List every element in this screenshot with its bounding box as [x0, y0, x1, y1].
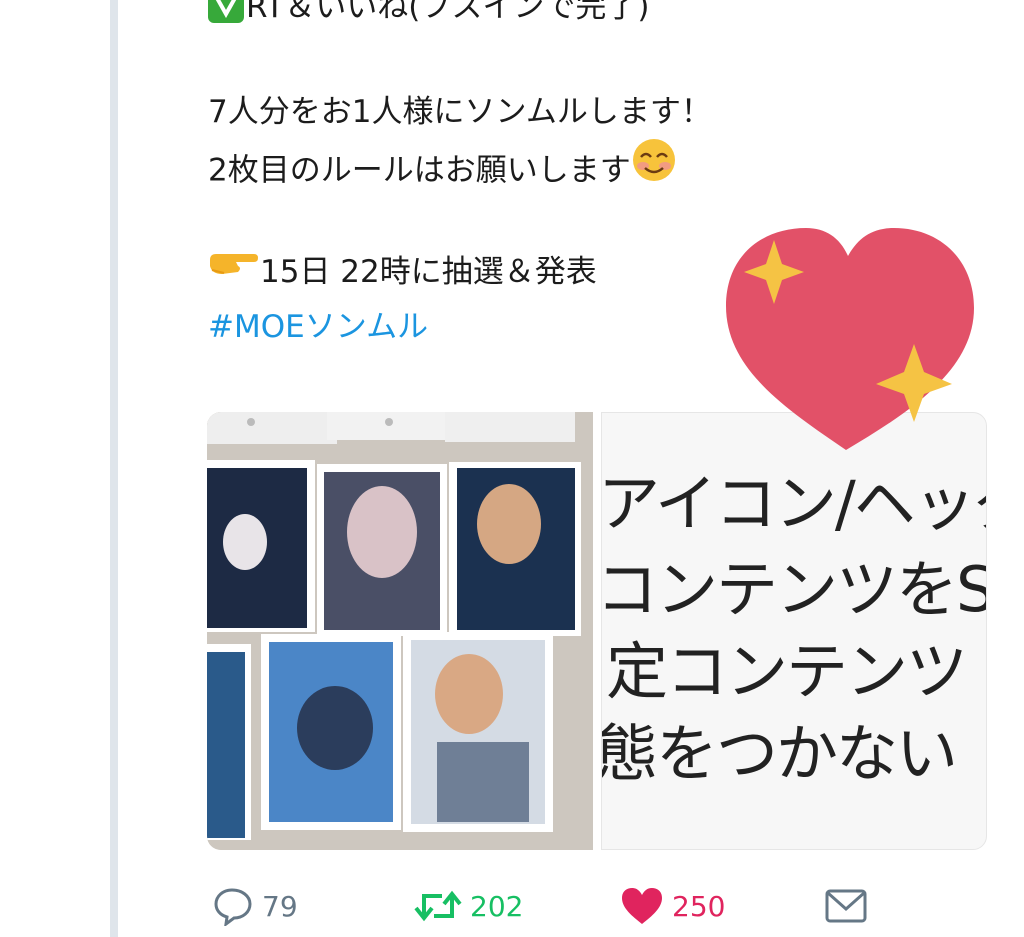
card-line-4: 態をつかない	[601, 717, 958, 790]
like-heart-icon	[622, 888, 662, 924]
tweet-line-4-text: 15日 22時に抽選＆発表	[260, 254, 597, 290]
tweet-actions: 79 202 250	[212, 884, 892, 932]
tweet-line-1-text: RT＆いいね(フスインで完了)	[246, 0, 650, 25]
message-icon	[825, 889, 867, 923]
text-screenshot-card[interactable]: アイコン/ヘッダ コンテンツをS 定コンテンツ 態をつかない	[601, 412, 987, 850]
like-count: 250	[672, 889, 726, 923]
tweet-line-1: RT＆いいね(フスインで完了)	[208, 0, 848, 35]
photo-card-image[interactable]	[207, 412, 593, 850]
check-box-icon	[208, 0, 244, 23]
tweet-line-2: 7人分をお1人様にソンムルします！	[208, 94, 712, 130]
pointing-hand-emoji	[208, 243, 260, 298]
thread-line	[110, 0, 118, 937]
reply-icon	[214, 888, 252, 926]
retweet-button[interactable]: 202	[414, 884, 523, 928]
card-line-1: アイコン/ヘッダ	[601, 467, 986, 540]
retweet-icon	[414, 890, 462, 922]
retweet-count: 202	[470, 889, 524, 923]
media-grid: アイコン/ヘッダ コンテンツをS 定コンテンツ 態をつかない	[207, 412, 987, 850]
smiling-face-emoji	[631, 137, 677, 201]
reply-count: 79	[262, 889, 298, 923]
card-line-2: コンテンツをS	[601, 553, 987, 626]
reply-button[interactable]: 79	[212, 884, 298, 928]
tweet-line-3: 2枚目のルールはお願いします	[208, 139, 848, 195]
message-button[interactable]	[824, 884, 868, 928]
card-line-3: 定コンテンツ	[606, 635, 968, 708]
heart-sparkle-sticker	[718, 220, 978, 464]
like-button[interactable]: 250	[620, 884, 725, 928]
tweet-line-3-text: 2枚目のルールはお願いします	[208, 152, 631, 189]
